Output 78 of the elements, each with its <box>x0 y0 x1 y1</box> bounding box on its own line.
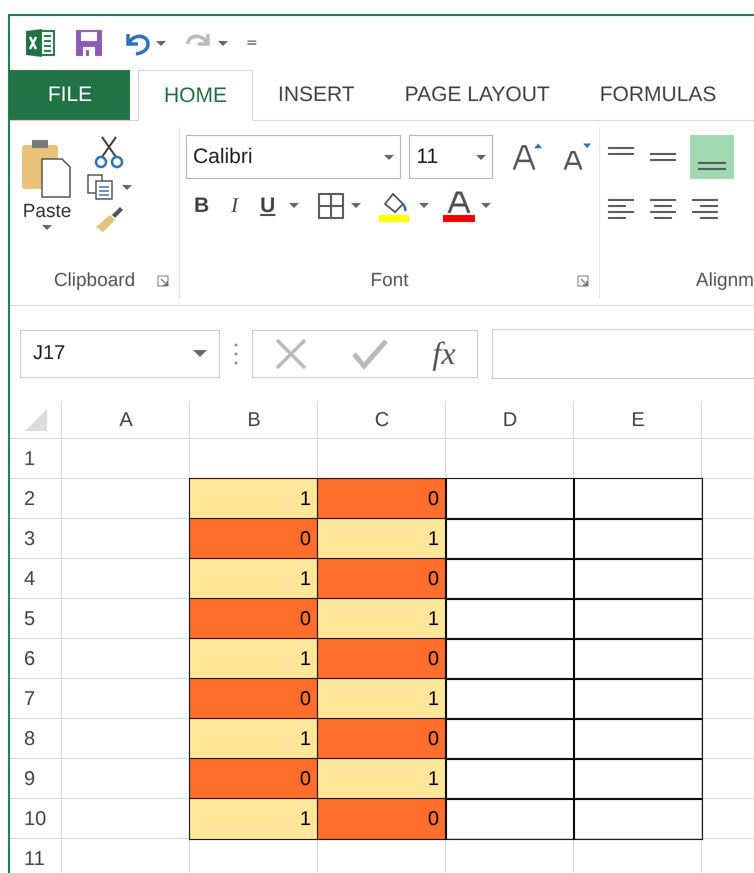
paste-button[interactable]: Paste <box>16 135 78 269</box>
row-header[interactable]: 3 <box>10 519 62 559</box>
table-cell: 0 <box>318 479 446 519</box>
table-cell: 1 <box>318 599 446 639</box>
align-left-icon[interactable] <box>606 197 636 221</box>
row-header[interactable]: 1 <box>10 439 62 479</box>
table-cell: 0 <box>318 799 446 839</box>
column-header[interactable]: E <box>574 401 702 439</box>
table-cell: 1 <box>318 759 446 799</box>
cut-icon[interactable] <box>94 135 124 169</box>
dropdown-arrow-icon[interactable] <box>42 225 52 230</box>
dropdown-arrow-icon[interactable] <box>218 40 228 46</box>
dropdown-arrow-icon[interactable] <box>384 154 394 160</box>
save-icon[interactable] <box>74 28 104 58</box>
italic-button[interactable]: I <box>223 189 246 222</box>
row-header[interactable]: 9 <box>10 759 62 799</box>
ribbon-tab[interactable]: FORMULAS <box>574 70 742 120</box>
table-cell: 0 <box>190 519 318 559</box>
align-center-icon[interactable] <box>648 197 678 221</box>
dropdown-arrow-icon[interactable] <box>122 184 132 190</box>
table-cell: 1 <box>190 719 318 759</box>
column-header[interactable]: D <box>446 401 574 439</box>
dropdown-arrow-icon[interactable] <box>419 203 430 208</box>
font-size-field[interactable]: 11 <box>409 135 494 179</box>
dropdown-arrow-icon[interactable] <box>481 203 492 208</box>
column-header[interactable]: C <box>318 401 446 439</box>
format-painter-icon[interactable] <box>94 205 124 233</box>
group-label: Font <box>370 270 409 292</box>
insert-function-button[interactable]: fx <box>432 335 456 372</box>
align-bottom-icon[interactable] <box>690 135 734 179</box>
formula-field[interactable] <box>492 328 754 378</box>
dropdown-arrow-icon[interactable] <box>156 40 166 46</box>
table-cell: 0 <box>190 759 318 799</box>
table-cell: 1 <box>190 559 318 599</box>
grip-icon <box>234 342 238 366</box>
dropdown-arrow-icon[interactable] <box>476 154 486 160</box>
group-label: Alignm <box>696 270 754 292</box>
table-cell: 1 <box>190 639 318 679</box>
row-header[interactable]: 4 <box>10 559 62 599</box>
table-cell: 0 <box>318 639 446 679</box>
table-cell: 0 <box>190 599 318 639</box>
copy-icon[interactable] <box>86 173 116 201</box>
dialog-launcher-icon[interactable] <box>577 275 589 287</box>
underline-button[interactable]: U <box>252 190 284 222</box>
dropdown-arrow-icon[interactable] <box>193 350 207 357</box>
dialog-launcher-icon[interactable] <box>157 275 169 287</box>
row-header[interactable]: 10 <box>10 799 62 839</box>
row-header[interactable]: 2 <box>10 479 62 519</box>
column-header[interactable]: A <box>62 401 190 439</box>
borders-icon[interactable] <box>317 192 346 220</box>
column-header[interactable]: B <box>190 401 318 439</box>
table-cell: 0 <box>190 679 318 719</box>
table-cell: 1 <box>190 479 318 519</box>
row-header[interactable]: 11 <box>10 839 62 873</box>
font-color-icon[interactable] <box>443 190 476 222</box>
row-header[interactable]: 5 <box>10 599 62 639</box>
clipboard-icon <box>20 137 74 199</box>
table-cell: 0 <box>318 559 446 599</box>
bold-button[interactable]: B <box>186 190 218 222</box>
ribbon-tab[interactable]: PAGE LAYOUT <box>380 70 575 120</box>
align-right-icon[interactable] <box>690 197 720 221</box>
ribbon-tab[interactable]: FILE <box>10 70 130 120</box>
excel-logo-icon[interactable] <box>24 27 56 59</box>
table-cell: 1 <box>318 519 446 559</box>
font-name-field[interactable]: Calibri <box>186 135 402 179</box>
dropdown-arrow-icon[interactable] <box>351 203 362 208</box>
row-header[interactable]: 8 <box>10 719 62 759</box>
row-header[interactable]: 7 <box>10 679 62 719</box>
customize-toolbar-icon[interactable]: = <box>246 35 258 51</box>
table-cell: 1 <box>318 679 446 719</box>
name-box[interactable]: J17 <box>20 330 220 378</box>
row-header[interactable]: 6 <box>10 639 62 679</box>
table-cell: 0 <box>318 719 446 759</box>
dropdown-arrow-icon[interactable] <box>289 203 300 208</box>
group-label: Clipboard <box>54 270 136 292</box>
ribbon-tab[interactable]: HOME <box>138 70 253 121</box>
ribbon-tab[interactable]: INSERT <box>253 70 380 120</box>
table-cell: 1 <box>190 799 318 839</box>
